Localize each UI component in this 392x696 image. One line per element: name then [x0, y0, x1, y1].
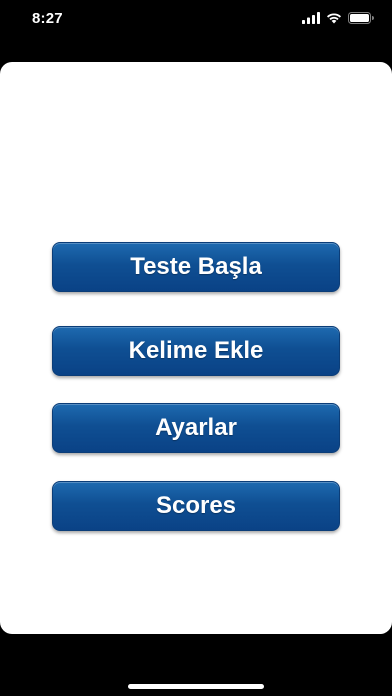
- scores-button[interactable]: Scores: [52, 481, 340, 531]
- status-icons: [302, 11, 374, 25]
- add-word-button[interactable]: Kelime Ekle: [52, 326, 340, 376]
- start-test-button[interactable]: Teste Başla: [52, 242, 340, 292]
- status-bar: 8:27: [0, 0, 392, 40]
- status-time: 8:27: [32, 10, 63, 27]
- wifi-icon: [326, 12, 342, 24]
- settings-button[interactable]: Ayarlar: [52, 403, 340, 453]
- battery-icon: [348, 12, 374, 24]
- cellular-signal-icon: [302, 12, 320, 24]
- home-indicator[interactable]: [128, 684, 264, 689]
- main-sheet: Teste Başla Kelime Ekle Ayarlar Scores: [0, 62, 392, 634]
